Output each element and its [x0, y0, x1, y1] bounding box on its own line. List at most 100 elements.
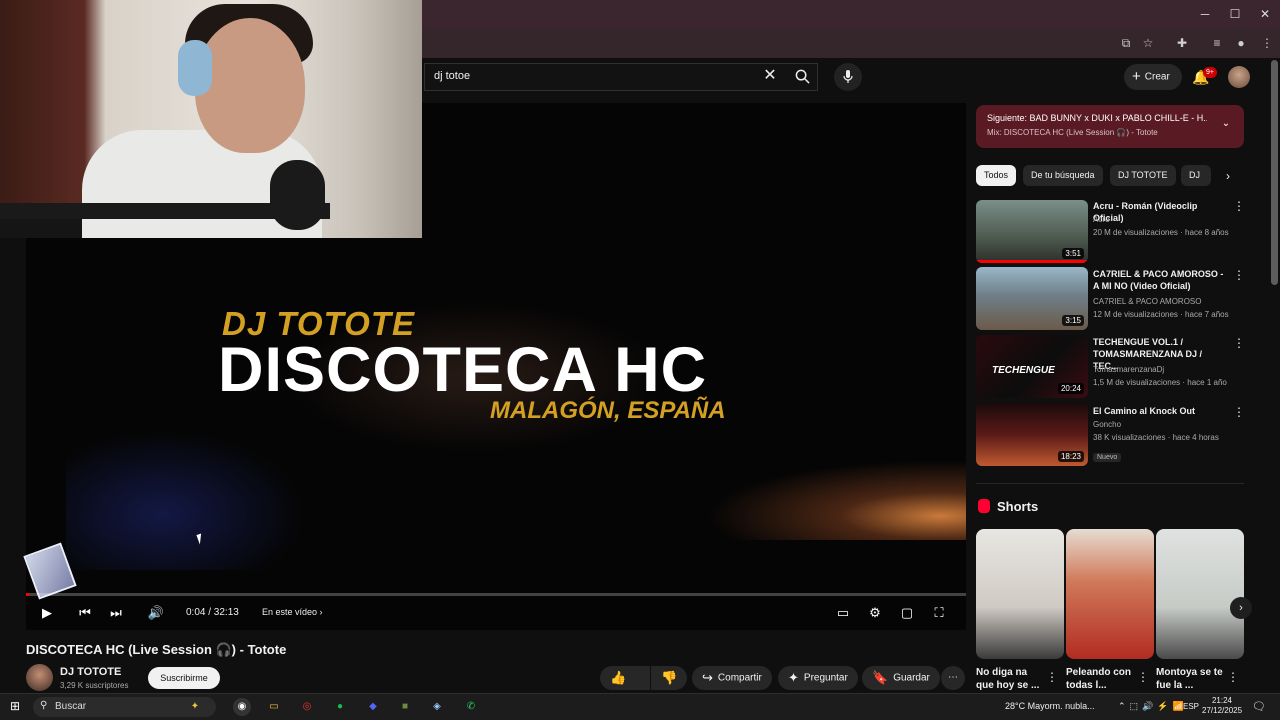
star-icon[interactable]: ☆	[1139, 34, 1157, 52]
video-title: DISCOTECA HC (Live Session 🎧) - Tototе	[26, 642, 287, 657]
stage-light	[706, 460, 966, 540]
short-title[interactable]: No diga na que hoy se ...	[976, 666, 1046, 692]
discord-icon[interactable]: ◆	[364, 698, 382, 716]
time-display: 0:04 / 32:13	[186, 607, 239, 618]
subtitles-icon[interactable]: ▭	[833, 603, 853, 623]
page-margin	[0, 238, 26, 693]
short-thumbnail[interactable]	[1156, 529, 1244, 659]
more-options-icon[interactable]: ⋮	[1233, 199, 1245, 213]
chip-dj[interactable]: DJ c	[1181, 165, 1211, 186]
spotify-icon[interactable]: ●	[331, 698, 349, 716]
search-icon[interactable]	[786, 62, 818, 92]
progress-bar[interactable]	[26, 593, 966, 596]
more-options-icon[interactable]: ⋮	[1233, 405, 1245, 419]
menu-icon[interactable]: ⋮	[1258, 34, 1276, 52]
video-duration: 3:15	[1062, 315, 1084, 326]
sparkle-icon: ✦	[788, 670, 799, 685]
theater-mode-icon[interactable]: ▢	[897, 603, 917, 623]
volume-icon[interactable]: 🔊	[146, 603, 166, 623]
short-title[interactable]: Peleando con todas l...	[1066, 666, 1136, 692]
more-options-icon[interactable]: ⋮	[1233, 268, 1245, 282]
ask-button[interactable]: ✦ Preguntar	[778, 666, 858, 690]
clock-time: 21:24	[1211, 696, 1233, 705]
open-in-app-icon[interactable]: ⧉	[1117, 34, 1135, 52]
previous-icon[interactable]: ⏮	[75, 603, 95, 623]
create-button[interactable]: + Crear	[1124, 64, 1182, 90]
video-thumbnail[interactable]: 3:15	[976, 267, 1088, 330]
video-thumbnail[interactable]: 3:51	[976, 200, 1088, 263]
more-options-icon[interactable]: ⋮	[1046, 670, 1058, 684]
clock-date: 27/12/2025	[1202, 706, 1243, 715]
steam-icon[interactable]: ◈	[428, 698, 446, 716]
sidebar-video-item[interactable]: TECHENGUE 20:24	[976, 335, 1088, 398]
sidebar-video-meta: 38 K visualizaciones · hace 4 horas	[1093, 433, 1219, 442]
account-avatar[interactable]	[1228, 66, 1250, 88]
short-title[interactable]: Montoya se te fue la ...	[1156, 666, 1226, 692]
save-label: Guardar	[893, 672, 930, 684]
chapters-label: En este vídeo	[262, 607, 318, 617]
sidebar-video-meta: 1,5 M de visualizaciones · hace 1 año	[1093, 378, 1227, 387]
page-scrollbar[interactable]	[1271, 60, 1278, 285]
shorts-heading: Shorts	[997, 499, 1039, 514]
sidebar-video-title[interactable]: CA7RIEL & PACO AMOROSO - A MI NO (Video …	[1093, 268, 1225, 292]
sidebar-video-item[interactable]: 3:51	[976, 200, 1088, 263]
video-thumbnail[interactable]: TECHENGUE 20:24	[976, 335, 1088, 398]
chevron-down-icon[interactable]: ⌄	[1218, 118, 1234, 134]
more-options-icon[interactable]: ⋮	[1227, 670, 1239, 684]
chevron-right-icon[interactable]: ›	[1230, 597, 1252, 619]
profile-icon[interactable]: ●	[1232, 34, 1250, 52]
short-thumbnail[interactable]	[1066, 529, 1154, 659]
channel-avatar[interactable]	[26, 664, 53, 691]
minimize-button[interactable]: ─	[1190, 4, 1220, 24]
search-input[interactable]	[424, 63, 818, 91]
chapters-button[interactable]: En este vídeo ›	[262, 607, 323, 617]
chip-dj-totote[interactable]: DJ TOTOTE	[1110, 165, 1176, 186]
create-label: Crear	[1144, 71, 1170, 83]
settings-gear-icon[interactable]: ⚙	[865, 603, 885, 623]
whatsapp-icon[interactable]: ✆	[462, 698, 480, 716]
more-actions-button[interactable]: ⋯	[941, 666, 965, 690]
language-indicator[interactable]: ESP	[1183, 702, 1199, 711]
video-thumbnail[interactable]: 18:23	[976, 403, 1088, 466]
windows-start-icon[interactable]: ⊞	[8, 699, 22, 713]
weather-widget[interactable]: 28°C Mayorm. nubla...	[1005, 701, 1095, 711]
like-button[interactable]: 👍144	[600, 666, 650, 708]
save-button[interactable]: 🔖 Guardar	[862, 666, 940, 690]
new-badge: Nuevo	[1093, 446, 1122, 464]
fullscreen-icon[interactable]: ⛶	[929, 603, 949, 623]
media-icon[interactable]: ≡	[1208, 34, 1226, 52]
more-options-icon[interactable]: ⋮	[1137, 670, 1149, 684]
more-options-icon[interactable]: ⋮	[1233, 336, 1245, 350]
search-query[interactable]: dj totoe	[434, 70, 470, 82]
extensions-icon[interactable]: ✚	[1173, 34, 1191, 52]
chip-all[interactable]: Todos	[976, 165, 1017, 186]
subscribe-button[interactable]: Suscribirme	[148, 667, 220, 689]
copilot-icon[interactable]: ✦	[186, 698, 204, 716]
short-thumbnail[interactable]	[976, 529, 1064, 659]
taskbar-clock[interactable]: 21:24 27/12/2025	[1202, 696, 1242, 716]
sidebar-video-item[interactable]: 18:23	[976, 403, 1088, 466]
play-icon[interactable]: ▶	[37, 603, 57, 623]
channel-name[interactable]: DJ TOTOTE	[60, 666, 121, 678]
chip-from-search[interactable]: De tu búsqueda	[1023, 165, 1103, 186]
video-overlay-location: MALAGÓN, ESPAÑA	[490, 397, 726, 424]
notification-center-icon[interactable]: 🗨	[1252, 700, 1266, 713]
system-tray-icons[interactable]: ⌃⬚🔊⚡📶	[1118, 701, 1188, 712]
close-window-button[interactable]: ✕	[1250, 4, 1280, 24]
sidebar-video-item[interactable]: 3:15	[976, 267, 1088, 330]
chevron-right-icon[interactable]: ›	[1220, 168, 1236, 184]
sidebar-video-meta: 20 M de visualizaciones · hace 8 años	[1093, 228, 1229, 237]
dislike-button[interactable]: 👎	[651, 666, 687, 690]
minecraft-icon[interactable]: ■	[396, 698, 414, 716]
chrome-icon[interactable]: ◉	[233, 698, 251, 716]
clear-search-icon[interactable]: ✕	[760, 66, 780, 86]
ask-label: Preguntar	[803, 672, 848, 684]
file-explorer-icon[interactable]: ▭	[265, 698, 283, 716]
obs-icon[interactable]: ◎	[298, 698, 316, 716]
next-icon[interactable]: ⏭	[106, 603, 126, 623]
maximize-button[interactable]: ☐	[1220, 4, 1250, 24]
share-button[interactable]: ↪ Compartir	[692, 666, 772, 690]
microphone-icon[interactable]	[834, 63, 862, 91]
sidebar-video-title[interactable]: El Camino al Knock Out	[1093, 405, 1225, 417]
up-next-panel[interactable]	[976, 105, 1244, 148]
